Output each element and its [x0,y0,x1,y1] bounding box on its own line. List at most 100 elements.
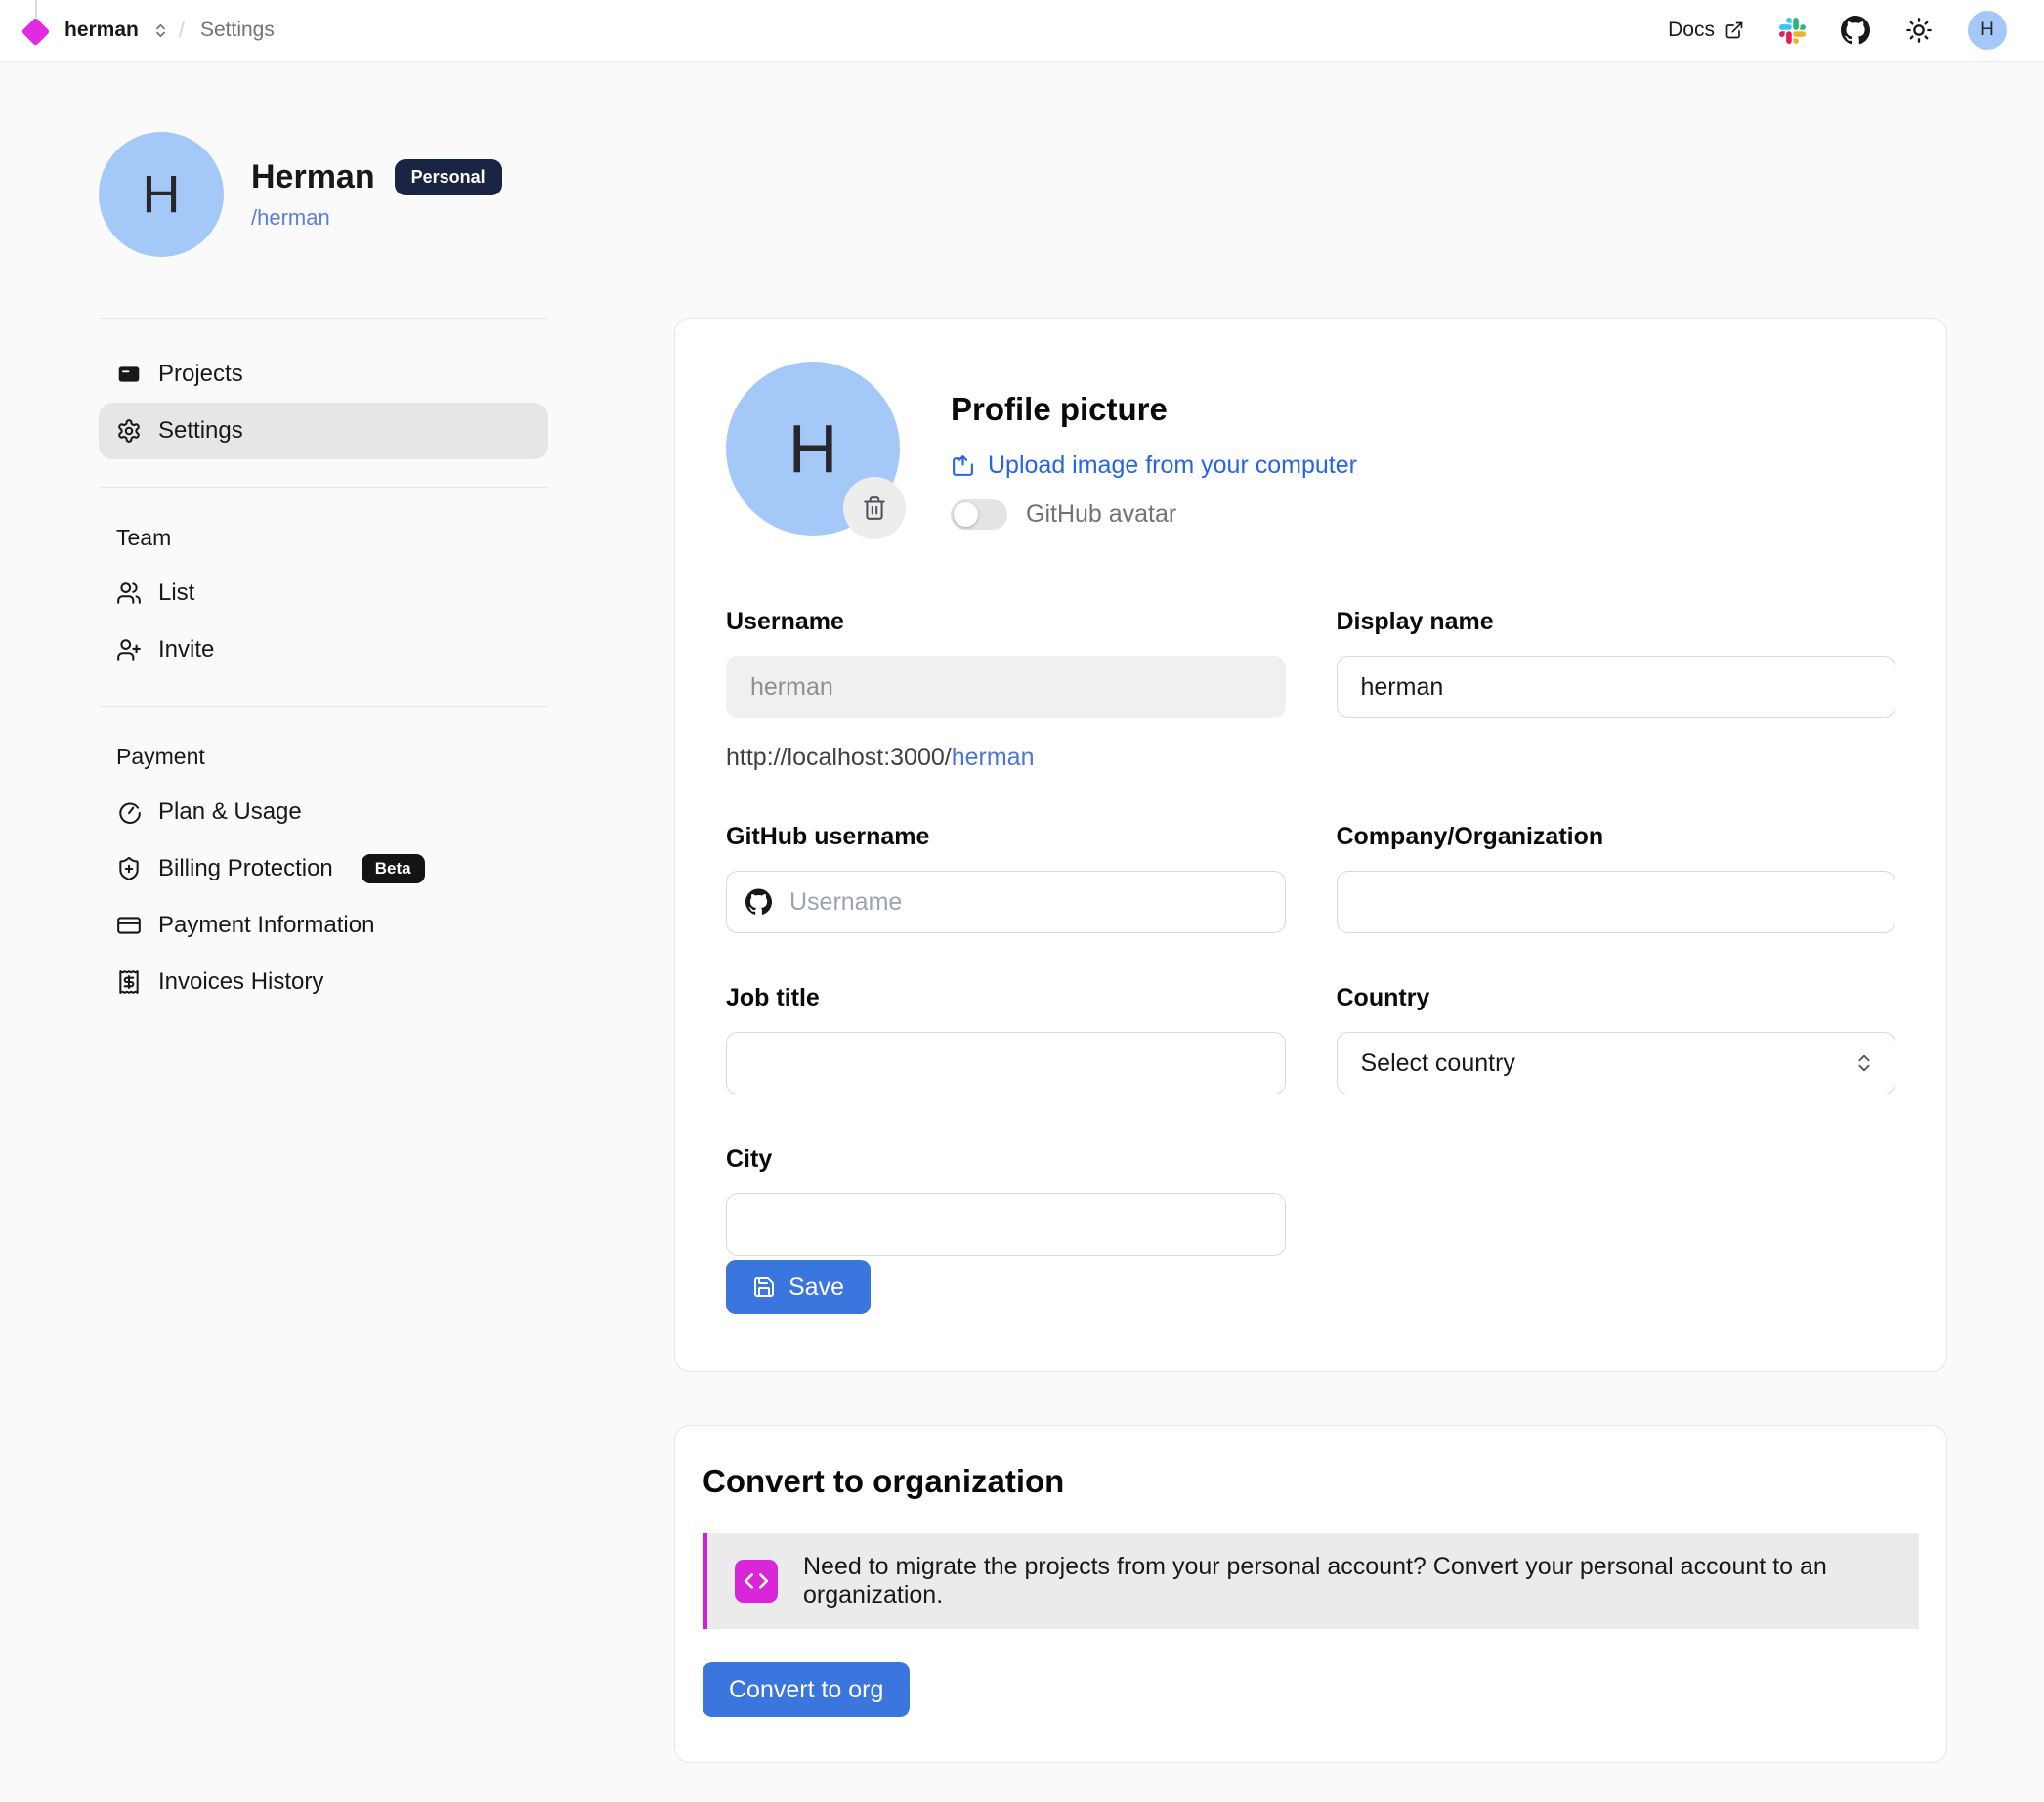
profile-picture-title: Profile picture [951,391,1357,428]
sidebar: Projects Settings Team List [99,318,548,1038]
sun-theme-icon[interactable] [1905,17,1933,44]
receipt-icon [116,969,142,995]
display-name-group: Display name [1337,608,1896,772]
convert-to-organization-card: Convert to organization Need to migrate … [674,1425,1947,1763]
divider [99,318,548,319]
company-label: Company/Organization [1337,823,1896,851]
user-avatar[interactable]: H [1968,11,2007,50]
job-title-group: Job title [726,984,1286,1094]
sidebar-item-plan-usage[interactable]: Plan & Usage [99,784,548,840]
display-name-input[interactable] [1337,656,1896,718]
github-username-input[interactable] [726,871,1286,933]
sidebar-item-label: Payment Information [158,912,374,939]
sidebar-item-invite[interactable]: Invite [99,622,548,678]
chevrons-up-down-icon [1853,1052,1875,1074]
breadcrumb-current: Settings [200,19,275,42]
sidebar-item-payment-information[interactable]: Payment Information [99,897,548,954]
country-group: Country Select country [1337,984,1896,1094]
avatar-initial: H [788,409,838,488]
wallet-icon [116,362,142,387]
beta-badge: Beta [362,854,425,883]
brand-diamond-icon [21,0,51,62]
sidebar-item-label: Billing Protection [158,855,333,882]
divider [99,706,548,707]
username-input[interactable] [726,656,1286,718]
workspace-name: herman [64,19,139,42]
sidebar-item-label: Settings [158,417,243,445]
convert-info-alert: Need to migrate the projects from your p… [703,1533,1919,1629]
sidebar-item-settings[interactable]: Settings [99,403,548,459]
convert-alert-text: Need to migrate the projects from your p… [803,1553,1892,1609]
save-icon [752,1275,776,1299]
city-group: City [726,1145,1286,1256]
gear-icon [116,418,142,444]
country-select-value: Select country [1361,1050,1515,1078]
upload-link-label: Upload image from your computer [988,451,1357,480]
credit-card-icon [116,913,142,938]
job-title-input[interactable] [726,1032,1286,1094]
profile-url-helper: http://localhost:3000/herman [726,744,1286,772]
github-icon[interactable] [1841,16,1870,45]
toggle-knob [954,502,978,527]
city-input[interactable] [726,1193,1286,1256]
save-button[interactable]: Save [726,1260,871,1314]
sidebar-item-list[interactable]: List [99,565,548,622]
country-select[interactable]: Select country [1337,1032,1896,1094]
docs-link[interactable]: Docs [1668,19,1744,42]
upload-image-link[interactable]: Upload image from your computer [951,451,1357,480]
slack-icon[interactable] [1779,18,1806,44]
code-icon [735,1560,778,1603]
sidebar-item-label: List [158,579,194,607]
profile-header: H Herman Personal /herman [99,132,1947,257]
main-content: H Profile picture U [674,318,1947,1763]
sidebar-item-label: Plan & Usage [158,798,302,826]
sidebar-item-projects[interactable]: Projects [99,346,548,403]
avatar-initial: H [1980,20,1994,41]
convert-card-title: Convert to organization [703,1463,1919,1500]
gauge-icon [116,799,142,825]
job-title-label: Job title [726,984,1286,1012]
company-input[interactable] [1337,871,1896,933]
divider [99,487,548,488]
profile-avatar: H [99,132,224,257]
save-button-label: Save [788,1273,844,1302]
github-icon [745,889,772,916]
username-group: Username http://localhost:3000/herman [726,608,1286,772]
docs-label: Docs [1668,19,1715,42]
upload-icon [951,453,975,478]
topbar: herman / Settings Docs H [0,0,2044,62]
workspace-switcher[interactable]: herman [21,0,169,62]
trash-icon [862,495,887,521]
profile-picture-avatar: H [726,362,900,536]
sidebar-item-label: Invite [158,636,214,664]
profile-name: Herman [251,158,375,196]
username-label: Username [726,608,1286,636]
personal-badge: Personal [395,159,502,195]
convert-to-org-button[interactable]: Convert to org [703,1662,910,1717]
profile-url-prefix: http://localhost:3000/ [726,744,952,771]
delete-avatar-button[interactable] [843,477,906,539]
github-username-group: GitHub username [726,823,1286,933]
users-icon [116,580,142,606]
sidebar-item-billing-protection[interactable]: Billing Protection Beta [99,840,548,897]
profile-settings-card: H Profile picture U [674,318,1947,1372]
display-name-label: Display name [1337,608,1896,636]
profile-handle-link[interactable]: /herman [251,205,502,231]
breadcrumb-separator: / [179,18,185,43]
shield-plus-icon [116,856,142,881]
country-label: Country [1337,984,1896,1012]
github-avatar-toggle[interactable] [951,499,1007,530]
company-group: Company/Organization [1337,823,1896,933]
profile-url-link[interactable]: herman [952,744,1035,771]
convert-button-label: Convert to org [729,1676,883,1704]
chevrons-up-down-icon [152,22,169,39]
github-avatar-toggle-label: GitHub avatar [1026,500,1176,529]
sidebar-section-title-payment: Payment [99,744,548,770]
sidebar-item-label: Invoices History [158,968,323,996]
github-username-label: GitHub username [726,823,1286,851]
external-link-icon [1725,21,1744,40]
sidebar-item-invoices-history[interactable]: Invoices History [99,954,548,1010]
sidebar-item-label: Projects [158,361,243,388]
user-plus-icon [116,637,142,663]
sidebar-section-title-team: Team [99,525,548,551]
